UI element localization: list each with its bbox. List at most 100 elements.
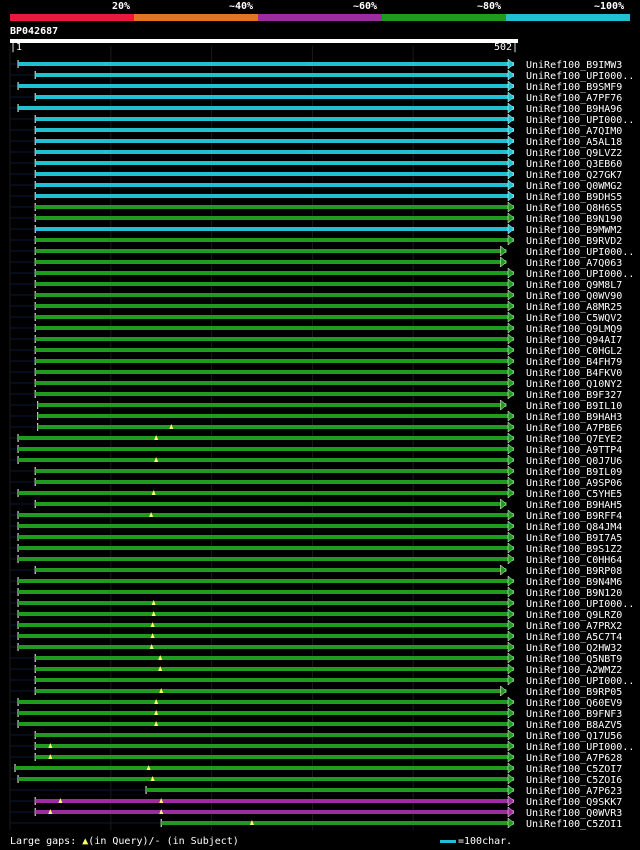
hit-label[interactable]: UniRef100_B9DHS5	[526, 192, 622, 203]
hit-row[interactable]: UniRef100_C0HH64	[10, 553, 622, 566]
hit-row[interactable]: UniRef100_A7P628	[10, 751, 622, 764]
hit-row[interactable]: UniRef100_Q0WMG2	[10, 179, 622, 192]
hit-label[interactable]: UniRef100_A8MR25	[526, 302, 622, 313]
hit-row[interactable]: UniRef100_Q9LRZ0	[10, 608, 622, 621]
hit-label[interactable]: UniRef100_B9IL10	[526, 401, 622, 412]
hit-row[interactable]: UniRef100_Q9M8L7	[10, 278, 622, 291]
hit-label[interactable]: UniRef100_Q17U56	[526, 731, 622, 742]
hit-label[interactable]: UniRef100_UPI000..	[526, 742, 634, 753]
hit-row[interactable]: UniRef100_B4FKV0	[10, 366, 622, 379]
hit-label[interactable]: UniRef100_B9N190	[526, 214, 622, 225]
hit-label[interactable]: UniRef100_B9MWM2	[526, 225, 622, 236]
hit-label[interactable]: UniRef100_B4FH79	[526, 357, 622, 368]
hit-label[interactable]: UniRef100_Q27GK7	[526, 170, 622, 181]
hit-row[interactable]: UniRef100_B9HA96	[10, 102, 622, 115]
hit-row[interactable]: UniRef100_Q84JM4	[10, 520, 622, 533]
hit-label[interactable]: UniRef100_Q9LMQ9	[526, 324, 622, 335]
hit-label[interactable]: UniRef100_A7Q063	[526, 258, 622, 269]
hit-row[interactable]: UniRef100_Q5NBT9	[10, 652, 622, 665]
hit-label[interactable]: UniRef100_A9SP06	[526, 478, 622, 489]
hit-row[interactable]: UniRef100_B4FH79	[10, 355, 622, 368]
hit-label[interactable]: UniRef100_A9TTP4	[526, 445, 622, 456]
hit-row[interactable]: UniRef100_UPI000..	[10, 113, 634, 126]
hit-label[interactable]: UniRef100_Q0WMG2	[526, 181, 622, 192]
hit-row[interactable]: UniRef100_C5ZOI7	[10, 762, 622, 775]
hit-label[interactable]: UniRef100_UPI000..	[526, 599, 634, 610]
hit-row[interactable]: UniRef100_Q10NY2	[10, 377, 622, 390]
hit-label[interactable]: UniRef100_B8AZV5	[526, 720, 622, 731]
hit-row[interactable]: UniRef100_B9HAH3	[10, 410, 622, 423]
hit-row[interactable]: UniRef100_B9N190	[10, 212, 622, 225]
hit-row[interactable]: UniRef100_A7PRX2	[10, 619, 622, 632]
hit-row[interactable]: UniRef100_UPI000..	[10, 597, 634, 610]
hit-row[interactable]: UniRef100_A7PF76	[10, 91, 622, 104]
hit-label[interactable]: UniRef100_Q2HW32	[526, 643, 622, 654]
hit-label[interactable]: UniRef100_A5C7T4	[526, 632, 622, 643]
hit-row[interactable]: UniRef100_Q60EV9	[10, 696, 622, 709]
hit-label[interactable]: UniRef100_B9FNF3	[526, 709, 622, 720]
hit-row[interactable]: UniRef100_C5ZOI6	[10, 773, 622, 786]
hit-label[interactable]: UniRef100_A2WMZ2	[526, 665, 622, 676]
hit-label[interactable]: UniRef100_B9HAH5	[526, 500, 622, 511]
hit-label[interactable]: UniRef100_Q0J7U6	[526, 456, 622, 467]
hit-row[interactable]: UniRef100_C0HGL2	[10, 344, 622, 357]
hit-label[interactable]: UniRef100_Q9LRZ0	[526, 610, 622, 621]
hit-label[interactable]: UniRef100_Q94AI7	[526, 335, 622, 346]
hit-label[interactable]: UniRef100_C5ZOI1	[526, 819, 622, 830]
hit-row[interactable]: UniRef100_Q3EB60	[10, 157, 622, 170]
hit-label[interactable]: UniRef100_Q0WV90	[526, 291, 622, 302]
hit-label[interactable]: UniRef100_B4FKV0	[526, 368, 622, 379]
hit-row[interactable]: UniRef100_Q9SKK7	[10, 795, 622, 808]
hit-row[interactable]: UniRef100_A2WMZ2	[10, 663, 622, 676]
hit-label[interactable]: UniRef100_Q7EYE2	[526, 434, 622, 445]
hit-row[interactable]: UniRef100_UPI000..	[10, 69, 634, 82]
hit-label[interactable]: UniRef100_A7PRX2	[526, 621, 622, 632]
hit-label[interactable]: UniRef100_Q5NBT9	[526, 654, 622, 665]
hit-label[interactable]: UniRef100_A7PF76	[526, 93, 622, 104]
hit-label[interactable]: UniRef100_Q3EB60	[526, 159, 622, 170]
hit-row[interactable]: UniRef100_Q94AI7	[10, 333, 622, 346]
hit-label[interactable]: UniRef100_B9IL09	[526, 467, 622, 478]
hit-row[interactable]: UniRef100_B9MWM2	[10, 223, 622, 236]
hit-label[interactable]: UniRef100_Q9M8L7	[526, 280, 622, 291]
hit-label[interactable]: UniRef100_B9RVD2	[526, 236, 622, 247]
hit-row[interactable]: UniRef100_B9S1Z2	[10, 542, 622, 555]
hit-row[interactable]: UniRef100_B9F327	[10, 388, 622, 401]
hit-label[interactable]: UniRef100_B9S1Z2	[526, 544, 622, 555]
hit-row[interactable]: UniRef100_A7Q063	[10, 256, 622, 269]
hit-label[interactable]: UniRef100_A5AL18	[526, 137, 622, 148]
hit-row[interactable]: UniRef100_B8AZV5	[10, 718, 622, 731]
hit-row[interactable]: UniRef100_B9SMF9	[10, 80, 622, 93]
hit-row[interactable]: UniRef100_Q2HW32	[10, 641, 622, 654]
hit-label[interactable]: UniRef100_C5ZOI7	[526, 764, 622, 775]
hit-row[interactable]: UniRef100_C5YHE5	[10, 487, 622, 500]
hit-label[interactable]: UniRef100_B9RFF4	[526, 511, 622, 522]
hit-row[interactable]: UniRef100_Q27GK7	[10, 168, 622, 181]
hit-label[interactable]: UniRef100_UPI000..	[526, 115, 634, 126]
hit-row[interactable]: UniRef100_Q9LMQ9	[10, 322, 622, 335]
hit-row[interactable]: UniRef100_UPI000..	[10, 245, 634, 258]
hit-row[interactable]: UniRef100_B9N120	[10, 586, 622, 599]
hit-row[interactable]: UniRef100_A5AL18	[10, 135, 622, 148]
hit-label[interactable]: UniRef100_B9HAH3	[526, 412, 622, 423]
hit-row[interactable]: UniRef100_UPI000..	[10, 740, 634, 753]
hit-row[interactable]: UniRef100_A5C7T4	[10, 630, 622, 643]
hit-label[interactable]: UniRef100_B9N120	[526, 588, 622, 599]
hit-row[interactable]: UniRef100_B9IL10	[10, 399, 622, 412]
hit-row[interactable]: UniRef100_Q7EYE2	[10, 432, 622, 445]
hit-row[interactable]: UniRef100_UPI000..	[10, 267, 634, 280]
hit-row[interactable]: UniRef100_Q0WV90	[10, 289, 622, 302]
hit-label[interactable]: UniRef100_B9IMW3	[526, 60, 622, 71]
hit-row[interactable]: UniRef100_A7PBE6	[10, 421, 622, 434]
hit-row[interactable]: UniRef100_UPI000..	[10, 674, 634, 687]
hit-row[interactable]: UniRef100_Q0J7U6	[10, 454, 622, 467]
hit-label[interactable]: UniRef100_C0HH64	[526, 555, 622, 566]
hit-row[interactable]: UniRef100_C5WQV2	[10, 311, 622, 324]
hit-label[interactable]: UniRef100_C5ZOI6	[526, 775, 622, 786]
hit-row[interactable]: UniRef100_Q0WVR3	[10, 806, 622, 819]
hit-label[interactable]: UniRef100_B9F327	[526, 390, 622, 401]
hit-row[interactable]: UniRef100_A7P623	[10, 784, 622, 797]
hit-label[interactable]: UniRef100_Q84JM4	[526, 522, 622, 533]
hit-label[interactable]: UniRef100_C0HGL2	[526, 346, 622, 357]
hit-label[interactable]: UniRef100_Q8H6S5	[526, 203, 622, 214]
